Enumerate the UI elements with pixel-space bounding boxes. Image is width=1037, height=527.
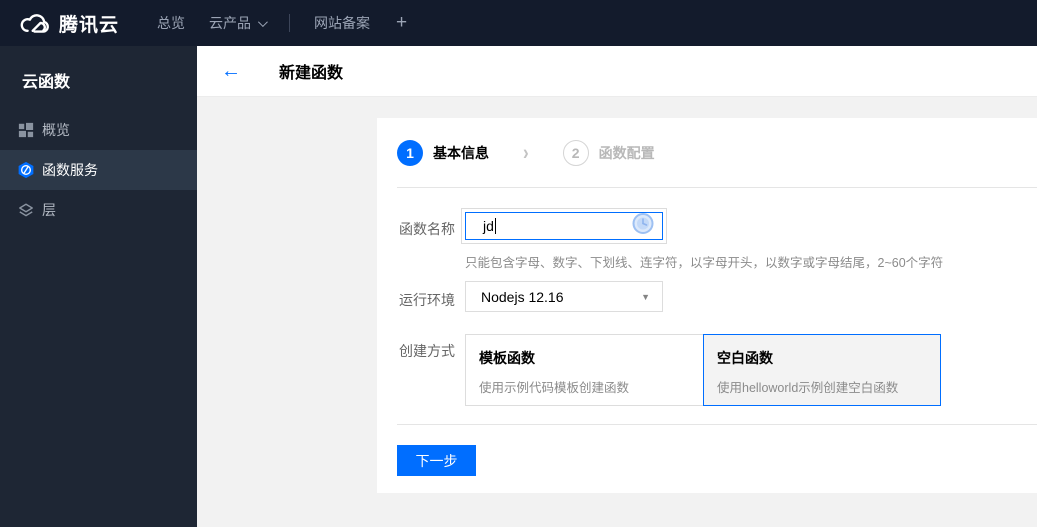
content-area: 1 基本信息 › 2 函数配置 函数名称 jd 只能包含字母、数字、下划线、连字… [197,97,1037,527]
cloud-logo-icon [18,11,51,35]
step-1-circle: 1 [397,140,423,166]
function-name-value: jd [483,218,494,234]
back-icon[interactable]: ← [221,61,241,81]
step-chevron-icon: › [523,140,529,165]
method-title: 空白函数 [717,350,773,366]
nav-beian[interactable]: 网站备案 [314,13,370,33]
scf-hexagon-icon [17,161,35,179]
topbar: 腾讯云 总览 云产品 网站备案 + [0,0,1037,46]
step-indicator: 1 基本信息 › 2 函数配置 [397,140,655,166]
dropdown-caret-icon: ▼ [641,291,650,302]
runtime-select[interactable]: Nodejs 12.16 ▼ [465,281,663,312]
tencent-cloud-console: 腾讯云 总览 云产品 网站备案 + 云函数 概览 函数服务 层 ← 新建函数 1… [0,0,1037,527]
grid-icon [17,121,35,139]
method-desc: 使用helloworld示例创建空白函数 [717,381,899,395]
create-function-panel: 1 基本信息 › 2 函数配置 函数名称 jd 只能包含字母、数字、下划线、连字… [377,118,1037,493]
method-card-blank-function[interactable]: 空白函数 使用helloworld示例创建空白函数 [703,334,941,406]
topbar-nav: 总览 云产品 网站备案 + [145,12,407,34]
sidebar-item-function-service[interactable]: 函数服务 [0,150,197,190]
validating-clock-icon [632,213,654,240]
tencent-cloud-logo[interactable]: 腾讯云 [18,10,119,37]
sidebar-menu: 概览 函数服务 层 [0,110,197,230]
steps-divider [397,187,1037,188]
chevron-down-icon [257,16,268,27]
method-title: 模板函数 [479,350,535,366]
creation-method-label: 创建方式 [399,343,455,359]
next-step-button[interactable]: 下一步 [397,445,476,476]
runtime-label: 运行环境 [399,292,455,308]
creation-method-options: 模板函数 使用示例代码模板创建函数 空白函数 使用helloworld示例创建空… [465,334,941,406]
sidebar-item-label: 概览 [42,122,70,138]
nav-products[interactable]: 云产品 [209,13,268,33]
text-caret [494,218,496,234]
method-desc: 使用示例代码模板创建函数 [479,381,630,395]
sidebar-title: 云函数 [22,74,71,91]
page-title: 新建函数 [279,65,344,82]
function-name-label: 函数名称 [399,221,455,237]
add-tab-button[interactable]: + [396,12,407,34]
method-card-template-function[interactable]: 模板函数 使用示例代码模板创建函数 [465,334,704,406]
nav-overview[interactable]: 总览 [157,13,185,33]
sidebar-item-overview[interactable]: 概览 [0,110,197,150]
sidebar-item-layers[interactable]: 层 [0,190,197,230]
nav-products-label: 云产品 [209,15,252,31]
step-2-label: 函数配置 [598,145,655,161]
sidebar-item-label: 层 [42,202,56,218]
sidebar-item-label: 函数服务 [42,162,98,178]
step-1-label: 基本信息 [433,145,489,161]
runtime-selected-value: Nodejs 12.16 [481,288,564,305]
function-name-input[interactable]: jd [461,208,667,244]
layers-icon [17,201,35,219]
step-2-circle: 2 [562,140,589,166]
footer-divider [397,424,1037,425]
sidebar: 云函数 概览 函数服务 层 [0,46,197,527]
function-name-hint: 只能包含字母、数字、下划线、连字符，以字母开头，以数字或字母结尾，2~60个字符 [465,256,944,270]
brand-name: 腾讯云 [59,14,120,36]
page-header: ← 新建函数 [197,46,1037,97]
topbar-divider [289,14,291,32]
